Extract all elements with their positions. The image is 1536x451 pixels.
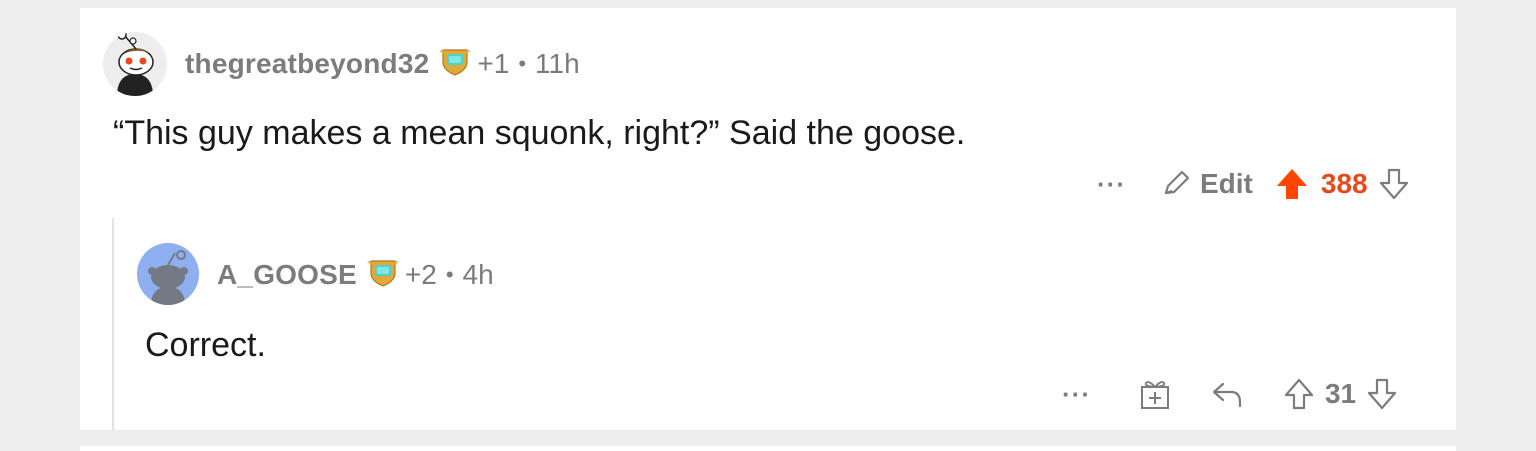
avatar[interactable]	[103, 32, 167, 96]
pencil-icon	[1164, 170, 1190, 195]
avatar[interactable]	[137, 243, 199, 305]
thread-line[interactable]	[112, 218, 114, 430]
upvote-button[interactable]	[1275, 167, 1309, 201]
downvote-button[interactable]	[1366, 377, 1398, 411]
downvote-button[interactable]	[1378, 167, 1410, 201]
gift-icon	[1140, 381, 1169, 409]
downvote-arrow-icon	[1368, 378, 1397, 410]
comment-actions: ··· Edit 388	[1097, 165, 1410, 203]
award-count: +2	[404, 259, 437, 290]
username[interactable]: A_GOOSE	[217, 259, 357, 291]
award-count: +1	[477, 48, 510, 79]
comment-body: Correct.	[145, 326, 266, 364]
edit-button[interactable]: Edit	[1160, 168, 1253, 200]
snoo-avatar-icon	[137, 243, 199, 305]
next-card-edge	[80, 446, 1456, 451]
vote-score: 388	[1320, 168, 1368, 199]
reply-button[interactable]	[1211, 380, 1243, 408]
comment-actions: ··· 31	[1062, 375, 1398, 413]
edit-label: Edit	[1199, 168, 1253, 199]
username[interactable]: thegreatbeyond32	[185, 48, 429, 80]
award-badge-icon[interactable]	[439, 46, 472, 83]
comment-meta: A_GOOSE +2 • 4h	[217, 257, 494, 293]
upvote-arrow-icon	[1276, 169, 1307, 199]
upvote-arrow-icon	[1284, 378, 1314, 410]
downvote-arrow-icon	[1379, 168, 1408, 200]
timestamp: 4h	[462, 259, 494, 290]
reply-arrow-icon	[1212, 382, 1242, 408]
upvote-button[interactable]	[1283, 377, 1315, 411]
timestamp: 11h	[535, 48, 580, 79]
more-options-button[interactable]: ···	[1097, 169, 1126, 200]
comment-meta: thegreatbeyond32 +1 • 11h	[185, 46, 580, 82]
award-badge-icon[interactable]	[366, 257, 399, 294]
separator: •	[445, 262, 454, 287]
award-button[interactable]	[1139, 378, 1171, 410]
comment-body: “This guy makes a mean squonk, right?” S…	[113, 114, 966, 152]
snoo-avatar-icon	[103, 32, 167, 96]
separator: •	[518, 51, 527, 76]
more-options-button[interactable]: ···	[1062, 379, 1091, 410]
vote-score: 31	[1324, 378, 1357, 409]
